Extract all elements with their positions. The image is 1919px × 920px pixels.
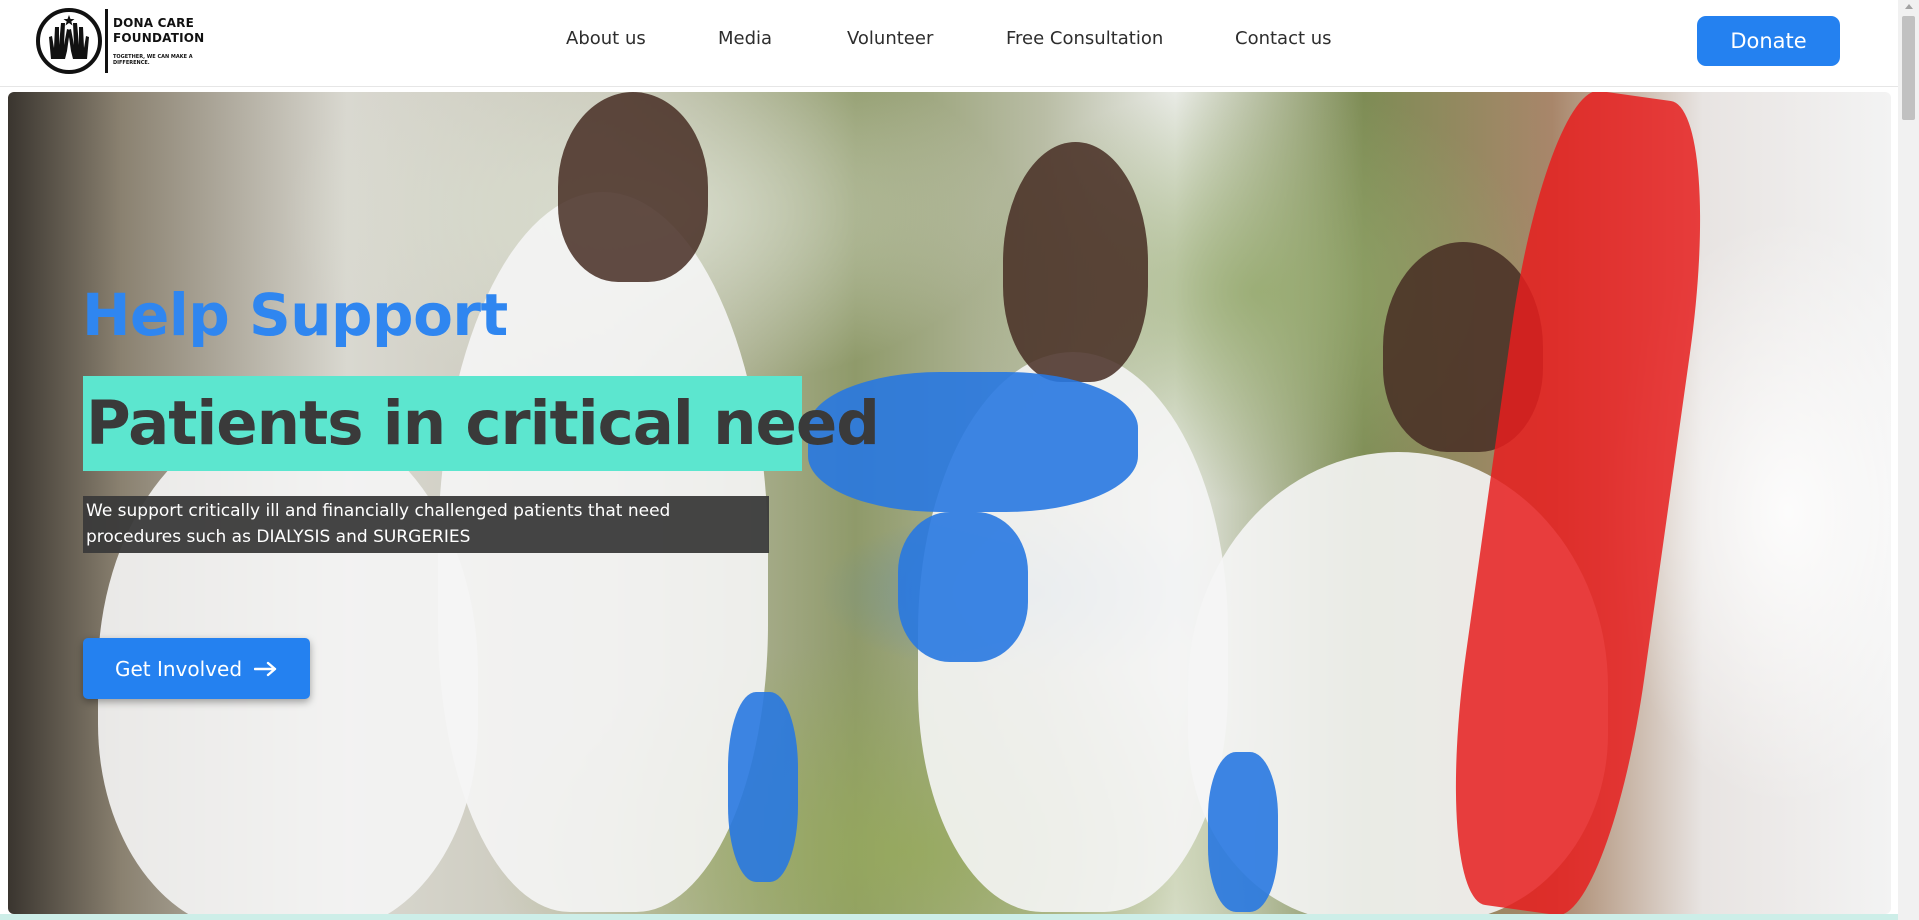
nav-contact-us[interactable]: Contact us bbox=[1235, 28, 1332, 49]
hero-description: We support critically ill and financiall… bbox=[83, 496, 769, 553]
get-involved-label: Get Involved bbox=[114, 656, 243, 681]
nav-about-us[interactable]: About us bbox=[566, 28, 646, 49]
donate-button[interactable]: Donate bbox=[1697, 16, 1840, 66]
brand-tagline: TOGETHER, WE CAN MAKE A DIFFERENCE. bbox=[113, 54, 193, 66]
brand-name-line1: DONA CARE bbox=[113, 16, 195, 30]
nav-volunteer[interactable]: Volunteer bbox=[847, 28, 933, 49]
logo-divider bbox=[105, 9, 108, 73]
nav-media[interactable]: Media bbox=[718, 28, 772, 49]
scrollbar-thumb[interactable] bbox=[1902, 16, 1915, 120]
page-scrollbar[interactable] bbox=[1898, 0, 1919, 920]
hero-banner: Help Support Patients in critical need W… bbox=[8, 92, 1891, 914]
get-involved-button[interactable]: Get Involved bbox=[83, 638, 310, 699]
nav-free-consultation[interactable]: Free Consultation bbox=[1006, 28, 1163, 49]
hero-highlight-text: Patients in critical need bbox=[86, 388, 880, 459]
hands-raised-icon bbox=[36, 8, 102, 74]
scroll-up-arrow-icon[interactable] bbox=[1905, 4, 1913, 9]
bottom-section-edge bbox=[0, 914, 1898, 920]
logo[interactable]: DONA CARE FOUNDATION TOGETHER, WE CAN MA… bbox=[35, 6, 215, 76]
logo-text: DONA CARE FOUNDATION TOGETHER, WE CAN MA… bbox=[113, 9, 204, 73]
site-header: DONA CARE FOUNDATION TOGETHER, WE CAN MA… bbox=[0, 0, 1898, 87]
hero-highlight-box: Patients in critical need bbox=[83, 376, 880, 471]
brand-name-line2: FOUNDATION bbox=[113, 31, 205, 45]
arrow-right-icon bbox=[254, 661, 277, 676]
hero-title: Help Support bbox=[82, 281, 508, 349]
